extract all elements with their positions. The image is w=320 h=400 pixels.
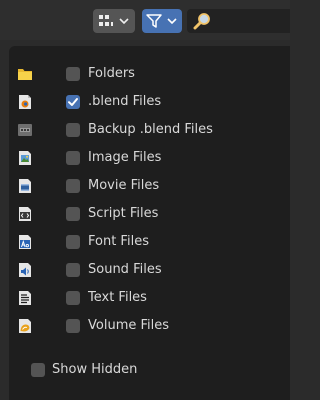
display-mode-button[interactable] bbox=[93, 9, 135, 33]
volume-file-icon bbox=[19, 319, 31, 333]
movie-file-icon bbox=[19, 179, 31, 193]
magnifier-icon bbox=[193, 13, 210, 30]
filter-row-text[interactable]: Text Files bbox=[9, 288, 290, 308]
filter-label: Text Files bbox=[88, 290, 147, 305]
filter-row-folders[interactable]: Folders bbox=[9, 64, 290, 84]
checkmark-icon bbox=[68, 98, 78, 106]
filter-toggle-button[interactable] bbox=[142, 9, 182, 33]
filter-row-movie[interactable]: Movie Files bbox=[9, 176, 290, 196]
filter-checkbox-volume[interactable] bbox=[66, 319, 80, 333]
filter-label: .blend Files bbox=[88, 94, 162, 109]
filter-checkbox-folders[interactable] bbox=[66, 67, 80, 81]
sound-file-icon bbox=[19, 263, 31, 277]
filter-row-volume[interactable]: Volume Files bbox=[9, 316, 290, 336]
filter-label: Font Files bbox=[88, 234, 149, 249]
filter-row-sound[interactable]: Sound Files bbox=[9, 260, 290, 280]
file-browser-header bbox=[0, 0, 290, 40]
filter-row-image[interactable]: Image Files bbox=[9, 148, 290, 168]
filter-label: Backup .blend Files bbox=[88, 122, 213, 137]
filter-label: Image Files bbox=[88, 150, 162, 165]
filter-label: Movie Files bbox=[88, 178, 160, 193]
blend-file-icon bbox=[19, 95, 31, 109]
filter-checkbox-sound[interactable] bbox=[66, 263, 80, 277]
filter-row-backup[interactable]: Backup .blend Files bbox=[9, 120, 290, 140]
filter-label: Folders bbox=[88, 66, 135, 81]
font-file-icon bbox=[19, 235, 31, 249]
text-file-icon bbox=[19, 291, 31, 305]
thumbnail-grid-icon bbox=[99, 15, 129, 26]
funnel-filter-icon bbox=[146, 14, 177, 28]
filter-row-font[interactable]: Font Files bbox=[9, 232, 290, 252]
filter-checkbox-movie[interactable] bbox=[66, 179, 80, 193]
filter-row-blend[interactable]: .blend Files bbox=[9, 92, 290, 112]
filter-checkbox-blend[interactable] bbox=[66, 95, 80, 109]
filter-checkbox-image[interactable] bbox=[66, 151, 80, 165]
folder-icon bbox=[18, 69, 32, 80]
chevron-down-icon bbox=[167, 18, 177, 25]
filter-checkbox-script[interactable] bbox=[66, 207, 80, 221]
filter-label: Volume Files bbox=[88, 318, 170, 333]
filter-popover: Folders .blend Files Backup .blend Files bbox=[9, 46, 290, 400]
filter-checkbox-text[interactable] bbox=[66, 291, 80, 305]
filter-label: Script Files bbox=[88, 206, 159, 221]
search-input[interactable] bbox=[187, 9, 290, 33]
backup-file-icon bbox=[18, 124, 32, 136]
filter-row-script[interactable]: Script Files bbox=[9, 204, 290, 224]
filter-label: Sound Files bbox=[88, 262, 162, 277]
filter-checkbox-backup[interactable] bbox=[66, 123, 80, 137]
chevron-down-icon bbox=[119, 18, 129, 25]
filter-checkbox-font[interactable] bbox=[66, 235, 80, 249]
show-hidden-row[interactable]: Show Hidden bbox=[9, 360, 290, 380]
script-file-icon bbox=[19, 207, 31, 221]
show-hidden-checkbox[interactable] bbox=[31, 363, 45, 377]
image-file-icon bbox=[19, 151, 31, 165]
show-hidden-label: Show Hidden bbox=[52, 362, 138, 377]
